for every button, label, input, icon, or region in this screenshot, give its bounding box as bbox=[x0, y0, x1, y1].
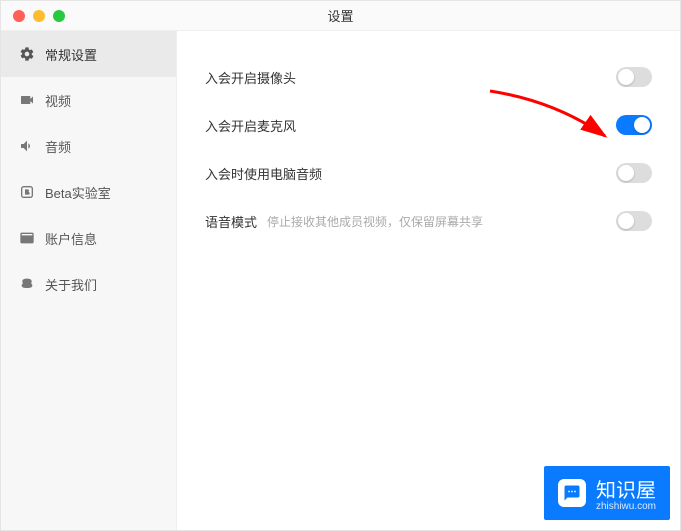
video-icon bbox=[19, 92, 35, 108]
setting-voice-mode: 语音模式 停止接收其他成员视频，仅保留屏幕共享 bbox=[205, 197, 652, 245]
watermark-text: 知识屋 zhishiwu.com bbox=[596, 474, 656, 512]
sidebar-item-label: 账户信息 bbox=[45, 229, 97, 248]
sidebar-item-beta[interactable]: Beta实验室 bbox=[1, 169, 176, 215]
card-icon bbox=[19, 230, 35, 246]
close-icon[interactable] bbox=[13, 10, 25, 22]
minimize-icon[interactable] bbox=[33, 10, 45, 22]
watermark-banner: 知识屋 zhishiwu.com bbox=[544, 466, 670, 520]
maximize-icon[interactable] bbox=[53, 10, 65, 22]
watermark-chat-icon bbox=[558, 479, 586, 507]
sidebar-item-about[interactable]: 关于我们 bbox=[1, 261, 176, 307]
sidebar-item-label: 常规设置 bbox=[45, 45, 97, 64]
setting-pc-audio: 入会时使用电脑音频 bbox=[205, 149, 652, 197]
voice-mode-desc: 停止接收其他成员视频，仅保留屏幕共享 bbox=[267, 213, 483, 230]
window-title: 设置 bbox=[327, 6, 353, 25]
setting-label: 入会时使用电脑音频 bbox=[205, 164, 322, 183]
sidebar-item-label: 关于我们 bbox=[45, 275, 97, 294]
sidebar-item-video[interactable]: 视频 bbox=[1, 77, 176, 123]
speaker-icon bbox=[19, 138, 35, 154]
content: 常规设置 视频 音频 Beta实验室 账户信息 bbox=[1, 31, 680, 530]
sidebar: 常规设置 视频 音频 Beta实验室 账户信息 bbox=[1, 31, 177, 530]
sidebar-item-audio[interactable]: 音频 bbox=[1, 123, 176, 169]
sidebar-item-label: 音频 bbox=[45, 137, 71, 156]
window-controls bbox=[1, 10, 65, 22]
voice-mode-title: 语音模式 bbox=[205, 212, 257, 231]
sidebar-item-label: Beta实验室 bbox=[45, 183, 111, 202]
gear-icon bbox=[19, 46, 35, 62]
setting-microphone: 入会开启麦克风 bbox=[205, 101, 652, 149]
setting-label: 语音模式 停止接收其他成员视频，仅保留屏幕共享 bbox=[205, 212, 483, 231]
toggle-microphone[interactable] bbox=[616, 115, 652, 135]
watermark-url: zhishiwu.com bbox=[596, 501, 656, 512]
toggle-camera[interactable] bbox=[616, 67, 652, 87]
setting-camera: 入会开启摄像头 bbox=[205, 53, 652, 101]
sidebar-item-account[interactable]: 账户信息 bbox=[1, 215, 176, 261]
toggle-pc-audio[interactable] bbox=[616, 163, 652, 183]
titlebar: 设置 bbox=[1, 1, 680, 31]
main-panel: 入会开启摄像头 入会开启麦克风 入会时使用电脑音频 语音模式 停止接收其他成员视… bbox=[177, 31, 680, 530]
sidebar-item-general[interactable]: 常规设置 bbox=[1, 31, 176, 77]
setting-label: 入会开启麦克风 bbox=[205, 116, 296, 135]
watermark-label: 知识屋 bbox=[596, 480, 656, 502]
beta-icon bbox=[19, 184, 35, 200]
sidebar-item-label: 视频 bbox=[45, 91, 71, 110]
toggle-voice-mode[interactable] bbox=[616, 211, 652, 231]
about-icon bbox=[19, 276, 35, 292]
setting-label: 入会开启摄像头 bbox=[205, 68, 296, 87]
